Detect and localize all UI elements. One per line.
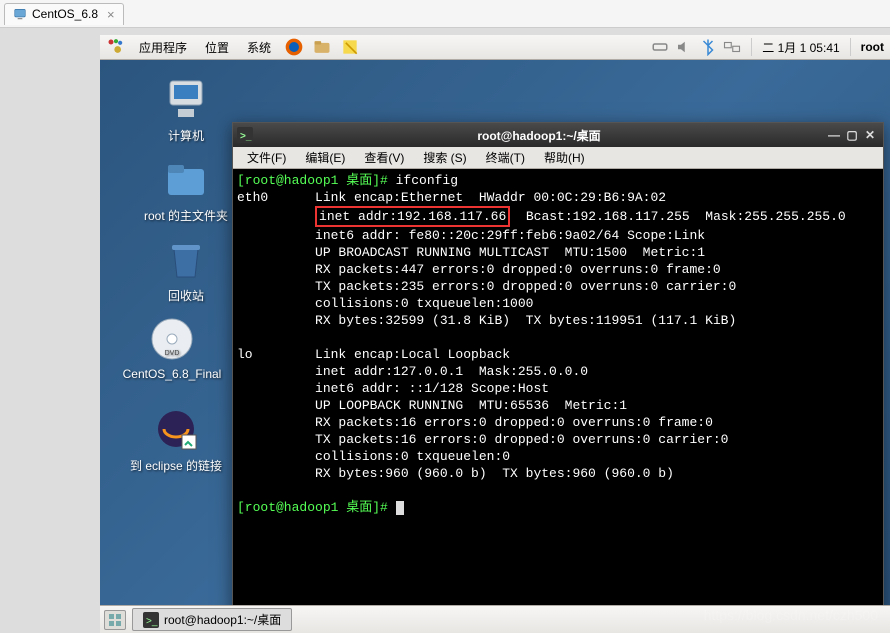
desktop-icon-computer[interactable]: 计算机 (126, 75, 246, 144)
bluetooth-icon[interactable] (699, 38, 717, 56)
output-line: RX bytes:960 (960.0 b) TX bytes:960 (960… (237, 466, 674, 481)
dvd-icon: DVD (148, 315, 196, 363)
output-line: inet6 addr: ::1/128 Scope:Host (237, 381, 549, 396)
taskbar-button-label: root@hadoop1:~/桌面 (164, 611, 281, 628)
desktop-icon-trash[interactable]: 回收站 (126, 235, 246, 304)
inet-addr-highlight: inet addr:192.168.117.66 (315, 206, 510, 227)
home-folder-icon (162, 155, 210, 203)
drive-icon[interactable] (651, 38, 669, 56)
vm-tab-centos[interactable]: CentOS_6.8 × (4, 3, 124, 25)
output-line: UP BROADCAST RUNNING MULTICAST MTU:1500 … (237, 245, 705, 260)
command-text: ifconfig (396, 173, 458, 188)
desktop-icon-label: CentOS_6.8_Final (112, 367, 232, 381)
vm-tab-label: CentOS_6.8 (32, 7, 98, 21)
desktop-icon-dvd[interactable]: DVD CentOS_6.8_Final (112, 315, 232, 381)
output-line: RX packets:447 errors:0 dropped:0 overru… (237, 262, 721, 277)
close-tab-icon[interactable]: × (107, 7, 115, 22)
output-line: eth0 Link encap:Ethernet HWaddr 00:0C:29… (237, 190, 666, 205)
output-line: collisions:0 txqueuelen:1000 (237, 296, 533, 311)
maximize-button[interactable]: ▢ (843, 127, 861, 143)
terminal-title: root@hadoop1:~/桌面 (253, 127, 825, 144)
svg-text:>_: >_ (240, 131, 252, 142)
svg-text:DVD: DVD (165, 350, 180, 357)
network-icon[interactable] (723, 38, 741, 56)
close-button[interactable]: ✕ (861, 127, 879, 143)
terminal-body[interactable]: [root@hadoop1 桌面]# ifconfig eth0 Link en… (233, 169, 883, 613)
separator (850, 38, 851, 56)
computer-icon (162, 75, 210, 123)
eclipse-icon (152, 405, 200, 453)
output-line: collisions:0 txqueuelen:0 (237, 449, 510, 464)
file-manager-icon[interactable] (312, 37, 332, 57)
output-line: TX packets:235 errors:0 dropped:0 overru… (237, 279, 736, 294)
menu-help[interactable]: 帮助(H) (536, 147, 593, 168)
svg-text:>_: >_ (146, 616, 158, 627)
firefox-icon[interactable] (284, 37, 304, 57)
minimize-button[interactable]: — (825, 127, 843, 143)
desktop[interactable]: 计算机 root 的主文件夹 回收站 DVD CentOS_6.8_Final (100, 60, 890, 605)
terminal-task-icon: >_ (143, 612, 159, 628)
output-line: inet addr:127.0.0.1 Mask:255.0.0.0 (237, 364, 588, 379)
output-line: Bcast:192.168.117.255 Mask:255.255.255.0 (510, 209, 845, 224)
gnome-bottom-panel: >_ root@hadoop1:~/桌面 (100, 605, 890, 633)
gnome-foot-icon (106, 37, 126, 57)
menu-system[interactable]: 系统 (239, 36, 279, 59)
menu-file[interactable]: 文件(F) (239, 147, 294, 168)
output-line: RX bytes:32599 (31.8 KiB) TX bytes:11995… (237, 313, 736, 328)
menu-applications[interactable]: 应用程序 (131, 36, 195, 59)
output-line: UP LOOPBACK RUNNING MTU:65536 Metric:1 (237, 398, 627, 413)
notes-icon[interactable] (340, 37, 360, 57)
terminal-window: >_ root@hadoop1:~/桌面 — ▢ ✕ 文件(F) 编辑(E) 查… (232, 122, 884, 614)
output-line: TX packets:16 errors:0 dropped:0 overrun… (237, 432, 728, 447)
menu-terminal[interactable]: 终端(T) (478, 147, 533, 168)
gnome-top-panel: 应用程序 位置 系统 二 1月 1 05:41 root (100, 35, 890, 60)
clock-text[interactable]: 二 1月 1 05:41 (762, 39, 839, 56)
terminal-icon: >_ (237, 127, 253, 143)
volume-icon[interactable] (675, 38, 693, 56)
terminal-titlebar[interactable]: >_ root@hadoop1:~/桌面 — ▢ ✕ (233, 123, 883, 147)
show-desktop-icon (108, 613, 122, 627)
terminal-menubar: 文件(F) 编辑(E) 查看(V) 搜索 (S) 终端(T) 帮助(H) (233, 147, 883, 169)
separator (751, 38, 752, 56)
menu-edit[interactable]: 编辑(E) (297, 147, 353, 168)
desktop-icon-label: 计算机 (126, 127, 246, 144)
desktop-icon-label: root 的主文件夹 (126, 207, 246, 224)
prompt: [root@hadoop1 桌面]# (237, 500, 396, 515)
vm-viewport: 应用程序 位置 系统 二 1月 1 05:41 root (0, 28, 890, 633)
show-desktop-button[interactable] (104, 610, 126, 630)
output-line: RX packets:16 errors:0 dropped:0 overrun… (237, 415, 713, 430)
menu-search[interactable]: 搜索 (S) (415, 147, 474, 168)
output-line: lo Link encap:Local Loopback (237, 347, 510, 362)
desktop-icon-label: 到 eclipse 的链接 (116, 457, 236, 474)
guest-screen: 应用程序 位置 系统 二 1月 1 05:41 root (100, 35, 890, 633)
desktop-icon-eclipse-link[interactable]: 到 eclipse 的链接 (116, 405, 236, 474)
desktop-icon-home[interactable]: root 的主文件夹 (126, 155, 246, 224)
menu-view[interactable]: 查看(V) (356, 147, 412, 168)
prompt: [root@hadoop1 桌面]# (237, 173, 396, 188)
menu-places[interactable]: 位置 (197, 36, 237, 59)
trash-icon (162, 235, 210, 283)
output-line: inet6 addr: fe80::20c:29ff:feb6:9a02/64 … (237, 228, 705, 243)
taskbar-button-terminal[interactable]: >_ root@hadoop1:~/桌面 (132, 608, 292, 631)
user-menu[interactable]: root (861, 40, 884, 54)
outer-tab-bar: CentOS_6.8 × (0, 0, 890, 28)
cursor (396, 501, 404, 515)
desktop-icon-label: 回收站 (126, 287, 246, 304)
vm-icon (13, 7, 27, 21)
